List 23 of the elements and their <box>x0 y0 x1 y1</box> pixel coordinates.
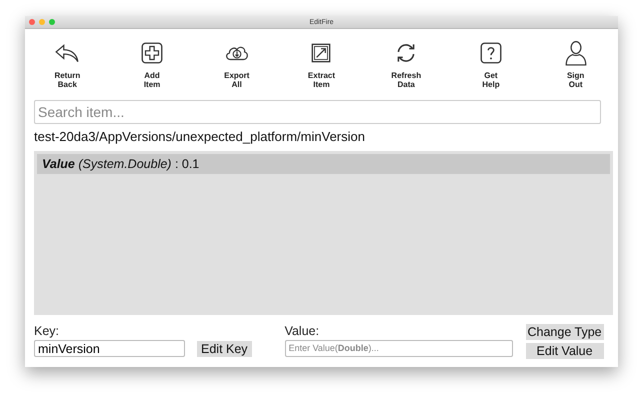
edit-key-button[interactable]: Edit Key <box>197 340 252 356</box>
list-item[interactable]: Value (System.Double) : 0.1 <box>37 154 610 174</box>
key-field[interactable]: minVersion <box>34 340 185 357</box>
toolbar-button[interactable]: Get Help <box>478 40 504 89</box>
edit-value-button[interactable]: Edit Value <box>526 343 604 359</box>
value-field[interactable]: Enter Value(Double)... <box>284 340 513 357</box>
toolbar-button[interactable]: Refresh Data <box>391 40 422 89</box>
user-icon <box>562 40 589 66</box>
change-type-button[interactable]: Change Type <box>526 324 604 340</box>
help-icon <box>478 40 504 66</box>
toolbar-button[interactable]: Return Back <box>54 40 80 89</box>
toolbar-button[interactable]: Extract Item <box>308 40 336 89</box>
toolbar-button[interactable]: Export All <box>224 40 250 89</box>
search-field[interactable]: Search item... <box>34 100 601 124</box>
toolbar-button[interactable]: Add Item <box>139 40 166 89</box>
item-path: test-20da3/AppVersions/unexpected_platform/minVersion <box>34 129 366 144</box>
zoom-button[interactable] <box>49 19 55 25</box>
close-button[interactable] <box>29 19 35 25</box>
toolbar-button[interactable]: Sign Out <box>562 40 589 89</box>
value-label: Value: <box>284 324 320 338</box>
key-label: Key: <box>34 324 60 338</box>
minimize-button[interactable] <box>39 19 45 25</box>
add-icon <box>139 40 166 66</box>
